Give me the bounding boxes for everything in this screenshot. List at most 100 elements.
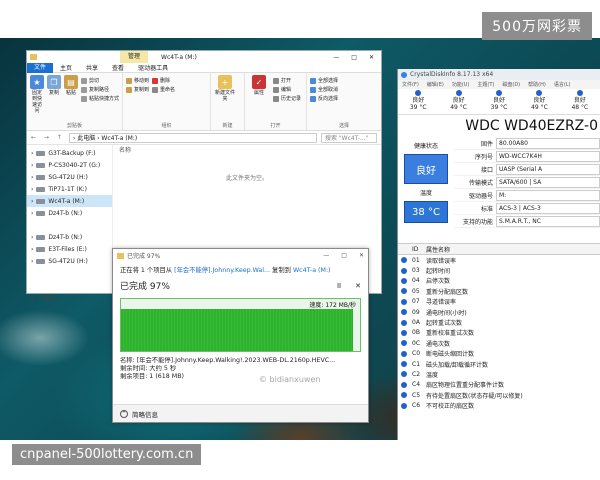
sidebar-item-g[interactable]: › P-CS3040-2T (G:): [27, 159, 112, 171]
edit-button[interactable]: 编辑: [273, 86, 301, 93]
disk-tab[interactable]: 良好 48 °C: [560, 89, 600, 114]
source-link[interactable]: [年会不能停].Johnny.Keep.Wal...: [174, 267, 270, 274]
address-bar[interactable]: › 此电脑 › Wc4T-a (M:): [68, 132, 317, 143]
progress-fill: [121, 309, 353, 351]
table-row[interactable]: C2 温度: [398, 369, 600, 379]
sidebar-item-e[interactable]: › E3T-Files (E:): [27, 243, 112, 255]
health-dot-icon: [536, 90, 543, 96]
search-input[interactable]: 搜索 "Wc4T-...": [321, 132, 377, 143]
sidebar-item-h[interactable]: › SG-4T2U (H:): [27, 171, 112, 183]
new-folder-button[interactable]: + 新建文件夹: [214, 75, 236, 128]
destination-link[interactable]: Wc4T-a (M:): [293, 267, 331, 274]
property-row: 固件 80.00A80: [454, 137, 600, 150]
pin-quick-access-button[interactable]: ★ 固定到快速访问: [30, 75, 44, 128]
tab-home[interactable]: 主页: [53, 63, 79, 72]
manage-tab[interactable]: 管理: [120, 51, 149, 63]
properties-icon: ✓: [252, 75, 266, 89]
watermark-right: 值 什么值得买: [524, 406, 589, 435]
tab-file[interactable]: 文件: [27, 62, 54, 73]
table-row[interactable]: C4 扇区物理位置重分配事件计数: [398, 380, 600, 390]
rename-button[interactable]: 重命名: [152, 86, 175, 93]
navigation-arrows[interactable]: ← → ↑: [31, 134, 65, 141]
table-row[interactable]: 04 启停次数: [398, 276, 600, 286]
select-none-button[interactable]: 全部取消: [310, 86, 338, 93]
maximize-button[interactable]: □: [351, 54, 357, 61]
new-group-label: 新建: [222, 123, 233, 129]
menu-disk[interactable]: 磁盘(D): [502, 81, 520, 88]
sidebar-item-k[interactable]: › TiP71-1T (K:): [27, 183, 112, 195]
status-dot-icon: [401, 309, 407, 316]
table-row[interactable]: 05 重新分配扇区数: [398, 286, 600, 296]
open-button[interactable]: 打开: [273, 77, 301, 84]
disk-tab[interactable]: 良好 49 °C: [438, 89, 478, 114]
close-button[interactable]: ✕: [369, 54, 374, 61]
table-row[interactable]: C5 有待处置扇区数(状态存疑/可以修复): [398, 390, 600, 400]
disk-model: WDC WD40EZRZ-0: [465, 118, 598, 134]
paste-button[interactable]: ▤ 粘贴: [64, 75, 78, 128]
explorer-titlebar: 管理 Wc4T-a (M:) — □ ✕: [27, 51, 381, 63]
minimize-button[interactable]: —: [323, 252, 329, 259]
table-row[interactable]: C1 磁头加载/卸载循环计数: [398, 359, 600, 369]
sidebar-item-f[interactable]: › G3T-Backup (F:): [27, 147, 112, 159]
minimize-button[interactable]: —: [333, 54, 339, 61]
cancel-button[interactable]: ✕: [355, 282, 361, 290]
table-row[interactable]: 03 起转时间: [398, 265, 600, 275]
cdi-titlebar: CrystalDiskInfo 8.17.13 x64: [398, 69, 600, 80]
status-dot-icon: [401, 381, 407, 388]
properties-button[interactable]: ✓ 属性: [248, 75, 270, 128]
cut-button[interactable]: 剪切: [81, 77, 119, 84]
items-remaining: 剩余项目: 1 (618 MB): [120, 373, 185, 380]
maximize-button[interactable]: □: [341, 252, 347, 259]
close-button[interactable]: ✕: [359, 252, 364, 259]
menu-language[interactable]: 语言(L): [554, 81, 571, 88]
fewer-details-toggle[interactable]: ^ 简略信息: [113, 404, 368, 422]
copy-button[interactable]: ❐ 复制: [47, 75, 61, 128]
sidebar-item-m[interactable]: › Wc4T-a (M:): [27, 195, 112, 207]
select-all-button[interactable]: 全部选择: [310, 77, 338, 84]
column-header-id[interactable]: ID: [412, 246, 426, 253]
copy-to-button[interactable]: 复制到: [126, 86, 149, 93]
invert-icon: [310, 95, 316, 102]
table-row[interactable]: 01 读取错误率: [398, 255, 600, 265]
menu-help[interactable]: 帮助(H): [528, 81, 546, 88]
status-dot-icon: [401, 329, 407, 336]
table-row[interactable]: C0 断电磁头缩回计数: [398, 349, 600, 359]
disk-tab[interactable]: 良好 49 °C: [519, 89, 559, 114]
new-folder-icon: +: [218, 75, 232, 89]
app-icon: [401, 71, 407, 78]
drive-icon: [36, 258, 46, 264]
table-row[interactable]: 0B 重新校准重试次数: [398, 328, 600, 338]
pause-button[interactable]: II: [337, 282, 341, 290]
watermark-top: 500万网彩票: [482, 12, 592, 40]
status-dot-icon: [401, 371, 407, 378]
history-button[interactable]: 历史记录: [273, 95, 301, 102]
menu-function[interactable]: 功能(U): [452, 81, 470, 88]
disk-tab[interactable]: 良好 39 °C: [479, 89, 519, 114]
select-none-icon: [310, 86, 316, 93]
column-header-name[interactable]: 名称: [113, 145, 381, 157]
sidebar-item-h-network[interactable]: › SG-4T2U (H:): [27, 255, 112, 267]
invert-selection-button[interactable]: 反向选择: [310, 95, 338, 102]
menu-edit[interactable]: 编辑(E): [427, 81, 444, 88]
disk-tab[interactable]: 良好 39 °C: [398, 89, 438, 114]
health-status-badge[interactable]: 良好: [404, 154, 448, 184]
copy-path-button[interactable]: 复制路径: [81, 86, 119, 93]
menu-theme[interactable]: 主题(T): [477, 81, 494, 88]
paste-shortcut-button[interactable]: 粘贴快捷方式: [81, 95, 119, 102]
tab-drive-tools[interactable]: 驱动器工具: [131, 63, 175, 72]
menu-file[interactable]: 文件(F): [402, 81, 419, 88]
sidebar-item-n[interactable]: › Dz4T-b (N:): [27, 207, 112, 219]
table-row[interactable]: 07 寻道错误率: [398, 297, 600, 307]
copy-progress-dialog: 已完成 97% — □ ✕ 正在将 1 个项目从 [年会不能停].Johnny.…: [112, 248, 369, 423]
sidebar-item-n-network[interactable]: › Dz4T-b (N:): [27, 231, 112, 243]
table-row[interactable]: 0C 通电次数: [398, 338, 600, 348]
column-header-attribute[interactable]: 属性名称: [426, 245, 450, 254]
delete-button[interactable]: 删除: [152, 77, 175, 84]
tab-view[interactable]: 查看: [105, 63, 131, 72]
move-to-button[interactable]: 移动到: [126, 77, 149, 84]
table-row[interactable]: 09 通电时间(小时): [398, 307, 600, 317]
table-row[interactable]: 0A 起转重试次数: [398, 317, 600, 327]
status-dot-icon: [401, 277, 407, 284]
shortcut-icon: [81, 95, 87, 102]
tab-share[interactable]: 共享: [79, 63, 105, 72]
